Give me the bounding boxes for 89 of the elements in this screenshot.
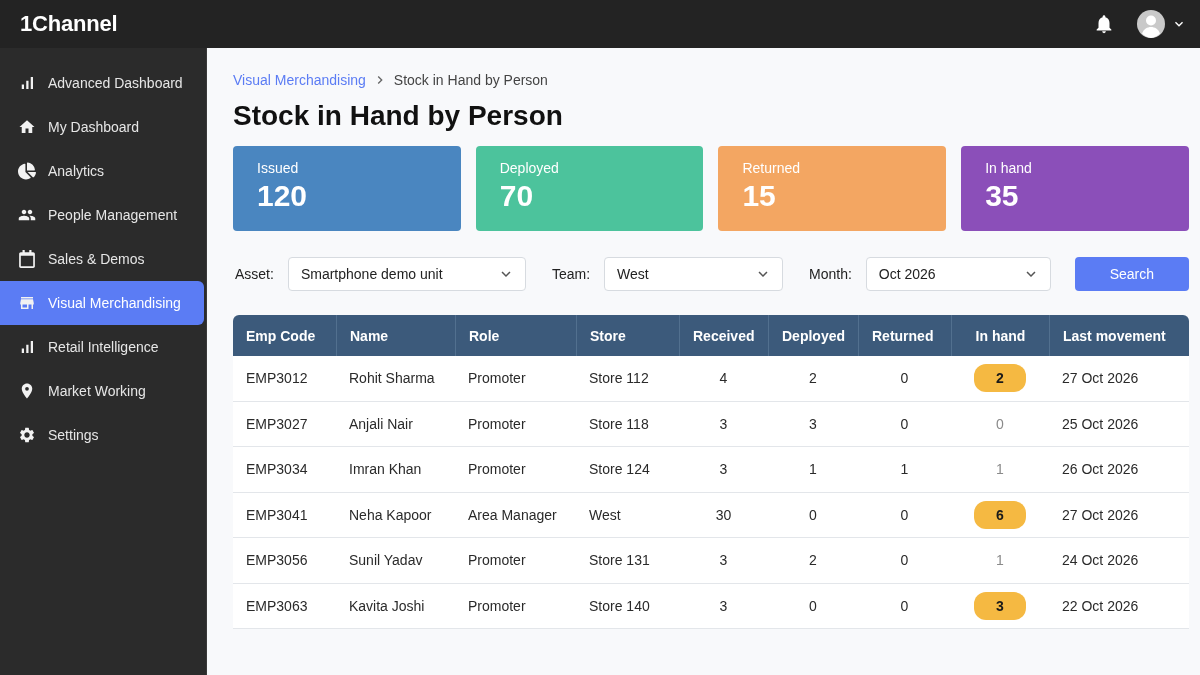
sidebar-item[interactable]: My Dashboard [0, 105, 204, 149]
table-cell: Store 112 [589, 370, 649, 387]
table-cell: 1 [996, 552, 1004, 569]
store-icon [18, 294, 36, 312]
table-cell: 1 [809, 461, 817, 478]
stat-label: Returned [742, 160, 801, 176]
table-cell: EMP3063 [246, 597, 308, 614]
table-cell: 3 [719, 415, 728, 432]
table-cell: 0 [900, 597, 909, 614]
table-cell: Store 124 [589, 461, 650, 478]
pie-chart-icon [18, 162, 36, 180]
table-cell: 3 [719, 597, 728, 614]
app-logo: 1Channel [20, 11, 118, 37]
sidebar-item[interactable]: Sales & Demos [0, 237, 204, 281]
table-cell: 30 [715, 506, 732, 523]
table-cell: Rohit Sharma [349, 370, 435, 387]
table-cell: EMP3056 [246, 552, 308, 569]
sidebar-item[interactable]: Market Working [0, 369, 204, 413]
count-badge: 6 [974, 500, 1026, 529]
sidebar-item[interactable]: Analytics [0, 149, 204, 193]
filter-label: Asset: [234, 266, 274, 282]
settings-icon [18, 426, 36, 444]
table-cell: West [589, 506, 621, 523]
count-badge: 3 [974, 591, 1026, 620]
table-cell: Area Manager [468, 506, 557, 523]
table-cell: 2 [809, 552, 817, 569]
table-cell: 3 [809, 415, 817, 432]
dropdown-field[interactable]: West [604, 257, 784, 291]
table-cell: Promoter [468, 415, 526, 432]
table-cell: 26 Oct 2026 [1062, 461, 1139, 478]
table-cell: EMP3034 [246, 461, 308, 478]
sidebar-item[interactable]: People Management [0, 193, 204, 237]
table-cell: Store 118 [589, 415, 649, 432]
table-cell: 4 [719, 370, 728, 387]
table-cell: 0 [900, 370, 909, 387]
sidebar-item[interactable]: Retail Intelligence [0, 325, 204, 369]
table-cell: Kavita Joshi [349, 597, 425, 614]
table-cell: Anjali Nair [349, 415, 413, 432]
stat-label: In hand [985, 160, 1033, 176]
sidebar-item[interactable]: Settings [0, 413, 204, 457]
stat-value: 15 [742, 178, 777, 214]
stat-label: Issued [257, 160, 300, 176]
table-cell: 0 [900, 415, 909, 432]
table-cell: Promoter [468, 552, 526, 569]
table-cell: 0 [996, 415, 1004, 432]
table-cell: Neha Kapoor [349, 506, 432, 523]
table-cell: 24 Oct 2026 [1062, 552, 1139, 569]
table-cell: 0 [900, 552, 909, 569]
dropdown-field[interactable]: Smartphone demo unit [287, 257, 526, 291]
stat-value: 35 [985, 178, 1020, 214]
breadcrumb-link[interactable]: Visual Merchandising [233, 71, 366, 89]
table-cell: 1 [996, 461, 1004, 478]
stat-value: 120 [257, 178, 309, 214]
column-header: Emp Code [245, 326, 317, 346]
table-cell: 0 [809, 506, 817, 523]
home-icon [18, 118, 36, 136]
avatar-icon[interactable] [1136, 10, 1165, 38]
table-cell: Promoter [468, 461, 526, 478]
sidebar-item[interactable]: Visual Merchandising [0, 281, 204, 325]
filter-label: Team: [550, 266, 591, 282]
stat-label: Deployed [499, 160, 560, 176]
table-cell: Sunil Yadav [349, 552, 423, 569]
breadcrumb-current: Stock in Hand by Person [393, 71, 548, 89]
filter-label: Month: [808, 266, 852, 282]
table-cell: Promoter [468, 370, 526, 387]
table-cell: 27 Oct 2026 [1062, 506, 1139, 523]
table-cell: Store 131 [589, 552, 650, 569]
table-cell: Imran Khan [349, 461, 422, 478]
table-cell: EMP3027 [246, 415, 308, 432]
table-cell: EMP3041 [246, 506, 308, 523]
table-cell: 27 Oct 2026 [1062, 370, 1139, 387]
dropdown-field[interactable]: Oct 2026 [865, 257, 1051, 291]
table-cell: EMP3012 [246, 370, 308, 387]
table-cell: 2 [809, 370, 817, 387]
page-title: Stock in Hand by Person [233, 99, 564, 133]
table-cell: Promoter [468, 597, 526, 614]
count-badge: 2 [974, 364, 1026, 393]
sidebar-item[interactable]: Advanced Dashboard [0, 61, 204, 105]
table-cell: 25 Oct 2026 [1062, 415, 1139, 432]
table-cell: 0 [809, 597, 817, 614]
table-cell: 0 [900, 506, 909, 523]
table-cell: Store 140 [589, 597, 650, 614]
table-cell: 3 [719, 552, 728, 569]
table-cell: 3 [719, 461, 728, 478]
stat-value: 70 [499, 178, 535, 214]
table-cell: 22 Oct 2026 [1062, 597, 1139, 614]
table-cell: 1 [900, 461, 909, 478]
search-button[interactable]: Search [1074, 257, 1189, 291]
calendar-icon [18, 250, 36, 268]
